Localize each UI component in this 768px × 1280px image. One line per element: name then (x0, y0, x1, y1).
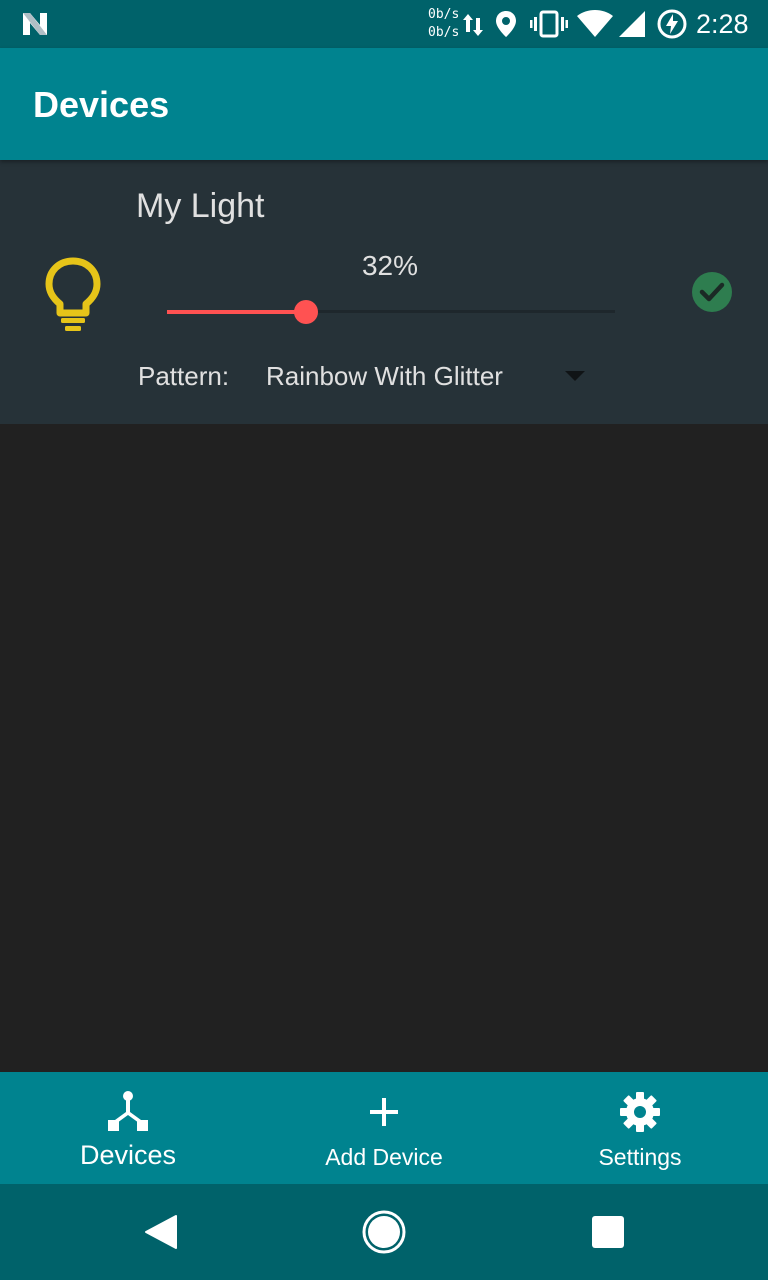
pattern-selected-value: Rainbow With Glitter (266, 361, 503, 391)
battery-charging-icon (657, 9, 687, 39)
slider-thumb[interactable] (293, 300, 318, 324)
plus-icon (370, 1098, 398, 1126)
recents-icon[interactable] (584, 1208, 632, 1256)
wifi-icon (577, 10, 613, 37)
lightbulb-outline-icon[interactable] (44, 257, 102, 333)
gear-icon (620, 1092, 660, 1132)
page-title: Devices (33, 84, 170, 125)
brightness-slider[interactable] (167, 296, 615, 328)
vibrate-icon (530, 10, 568, 38)
device-card[interactable]: My Light 32% Pattern: Rainbow With Glitt… (0, 160, 768, 424)
nav-item-settings[interactable]: Settings (512, 1072, 768, 1184)
check-circle-icon (692, 272, 732, 312)
notification-n-icon (23, 13, 47, 35)
nav-label-add-device: Add Device (325, 1144, 443, 1170)
screen: 0b/s 0b/s 2:28 Devices My Light 32% Patt… (0, 0, 768, 1280)
device-name: My Light (136, 187, 265, 225)
app-bar: Devices (0, 48, 768, 160)
system-navigation-bar (0, 1184, 768, 1280)
status-time: 2:28 (696, 9, 749, 39)
slider-fill (167, 310, 306, 314)
pattern-label: Pattern: (138, 361, 230, 391)
net-up-speed: 0b/s (428, 7, 460, 22)
nav-label-settings: Settings (598, 1144, 682, 1170)
nav-item-add-device[interactable]: Add Device (256, 1072, 512, 1184)
net-down-speed: 0b/s (428, 25, 460, 40)
brightness-value: 32% (361, 250, 419, 281)
status-bar: 0b/s 0b/s 2:28 (0, 0, 768, 48)
cell-signal-icon (619, 11, 645, 37)
location-icon (496, 11, 516, 37)
dropdown-arrow-icon (565, 371, 585, 381)
network-speed: 0b/s 0b/s (428, 6, 464, 42)
bottom-navigation: Devices Add Device Settings (0, 1072, 768, 1184)
nav-item-devices[interactable]: Devices (0, 1072, 256, 1184)
nav-label-devices: Devices (79, 1140, 177, 1170)
home-icon[interactable] (360, 1208, 408, 1256)
back-icon[interactable] (140, 1208, 188, 1256)
data-transfer-icon (463, 14, 483, 36)
device-hub-icon (108, 1091, 148, 1131)
pattern-dropdown[interactable]: Rainbow With Glitter (254, 350, 594, 402)
